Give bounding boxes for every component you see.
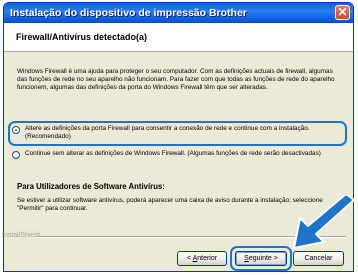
header-panel: Firewall/Antivírus detectado(a)	[4, 23, 353, 52]
option-change-firewall-label[interactable]: Altere as definições da porta Firewall p…	[25, 125, 340, 141]
description-text: Windows Firewall é uma ajuda para proteg…	[17, 68, 335, 92]
window-title: Instalação do dispositivo de impressão B…	[10, 7, 247, 19]
close-button[interactable]: ✕	[335, 5, 350, 20]
antivirus-heading: Para Utilizadores de Software Antivírus:	[17, 182, 165, 191]
option-keep-firewall[interactable]: Continue sem alterar as definições de Wi…	[12, 150, 342, 171]
page-title: Firewall/Antivírus detectado(a)	[16, 32, 148, 42]
radio-selected-dot	[15, 129, 17, 131]
pointer-arrow-icon	[293, 196, 355, 249]
installshield-brand: InstallShield	[2, 232, 40, 239]
title-bar[interactable]: Instalação do dispositivo de impressão B…	[4, 3, 353, 23]
radio-change-firewall[interactable]	[12, 126, 20, 134]
option-keep-firewall-label[interactable]: Continue sem alterar as definições de Wi…	[25, 150, 340, 158]
option-change-firewall[interactable]: Altere as definições da porta Firewall p…	[12, 125, 342, 146]
close-icon: ✕	[337, 5, 348, 19]
back-button[interactable]: < Anterior	[177, 251, 227, 266]
radio-keep-firewall[interactable]	[12, 151, 20, 159]
